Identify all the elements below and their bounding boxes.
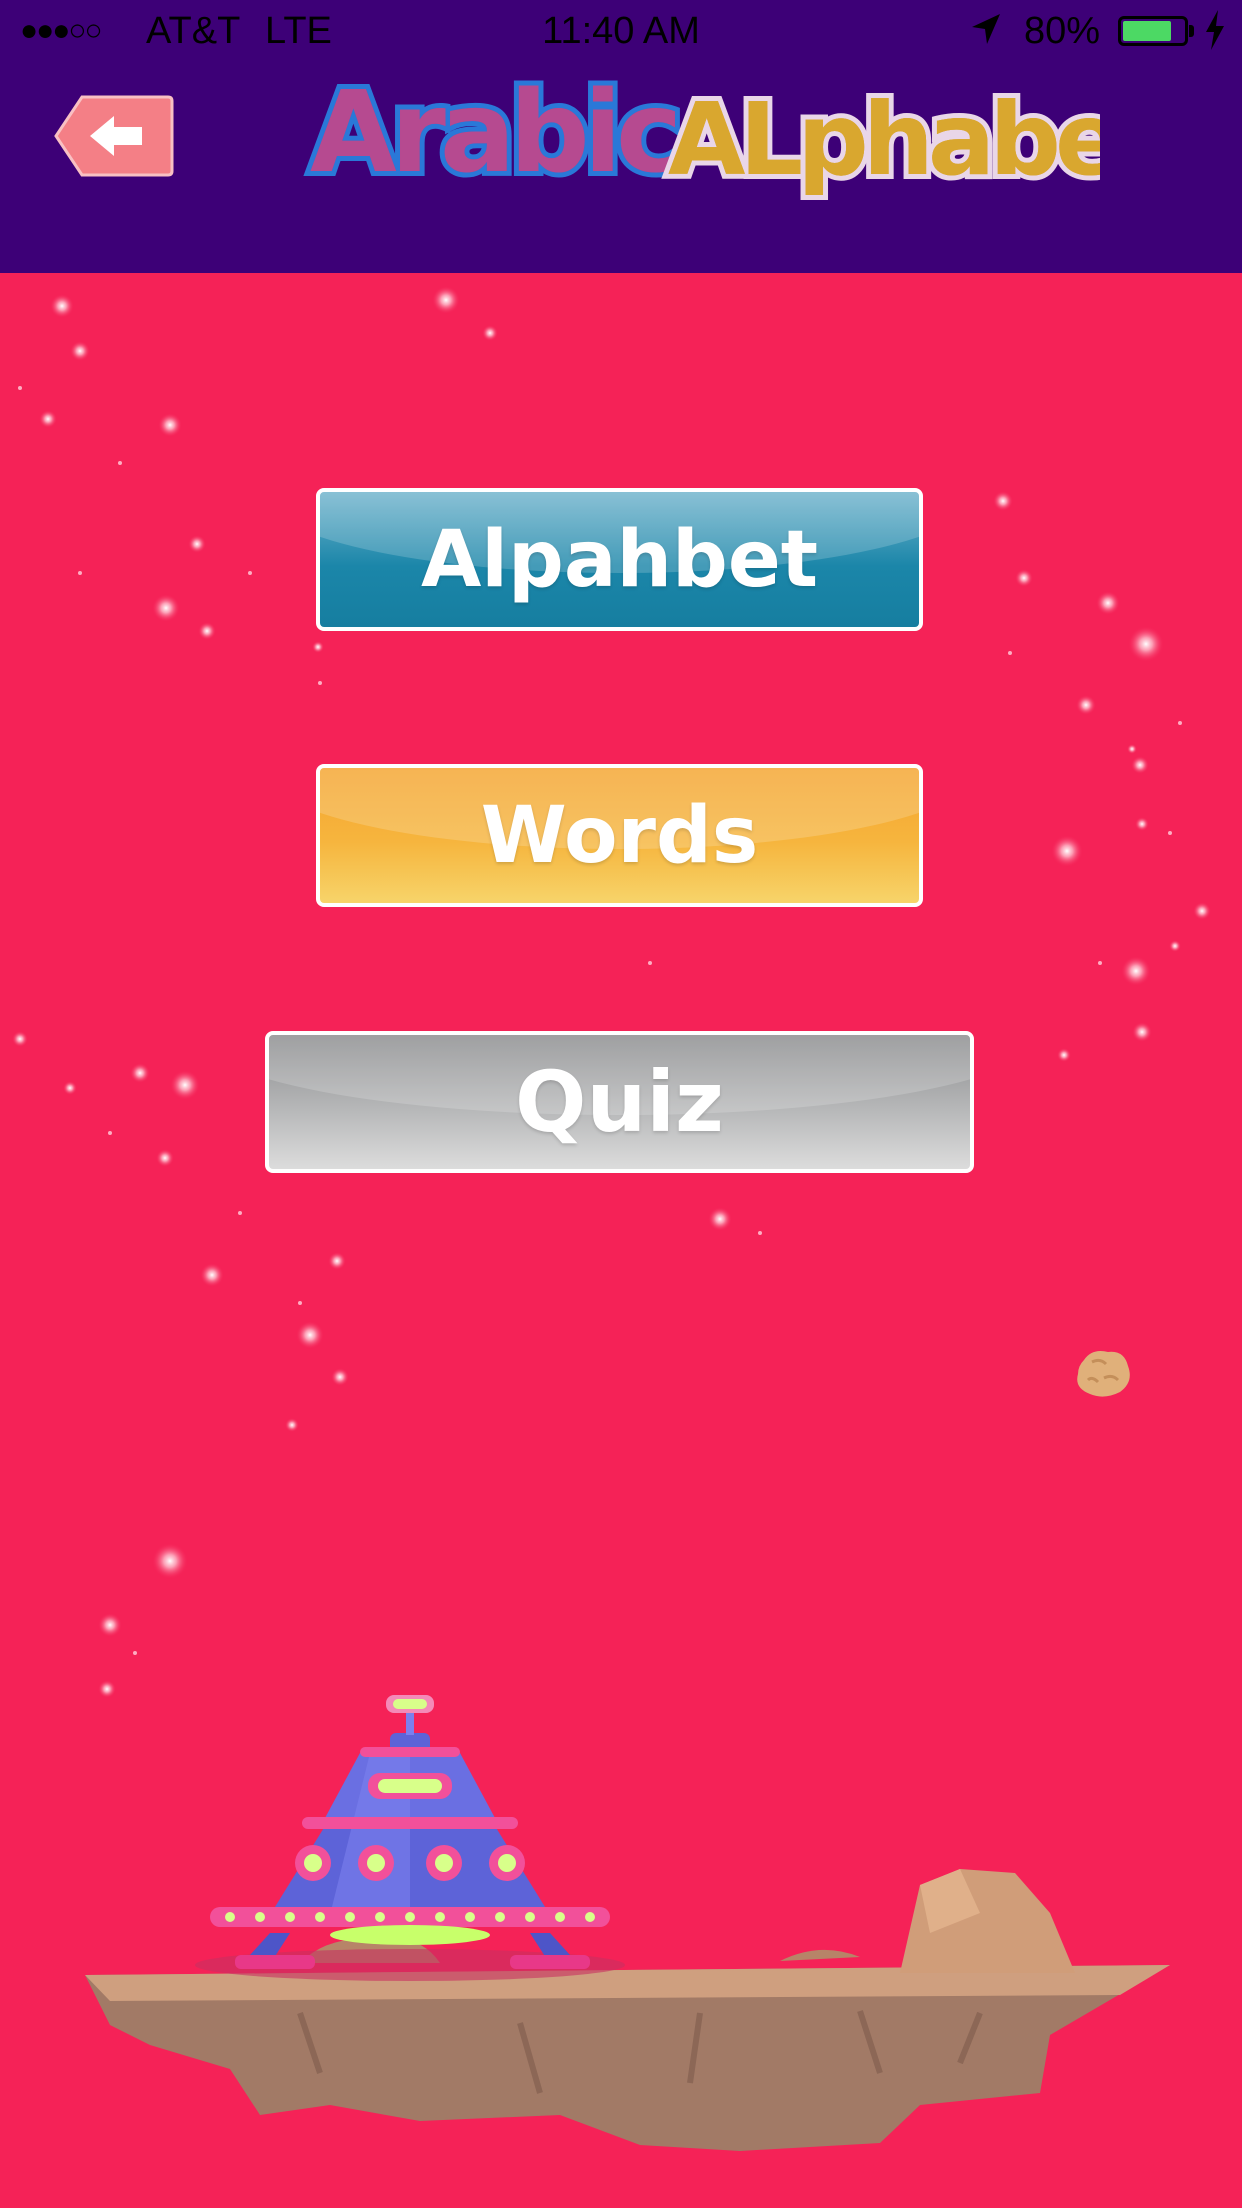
floating-island (85, 1869, 1170, 2151)
app-logo: Arabic Arabic ALphabet ALphabet (305, 63, 1100, 203)
battery-icon (1118, 16, 1188, 46)
svg-text:ALphabet: ALphabet (668, 81, 1100, 198)
alphabet-button[interactable]: Alpahbet (316, 488, 923, 631)
battery-nub (1189, 25, 1194, 37)
arrow-left-icon (54, 95, 174, 177)
words-button[interactable]: Words (316, 764, 923, 907)
quiz-button-label: Quiz (515, 1053, 724, 1151)
battery-level-fill (1123, 21, 1171, 41)
quiz-button[interactable]: Quiz (265, 1031, 974, 1173)
charging-bolt-icon (1204, 8, 1226, 61)
app-header: ●●●○○ AT&T LTE 11:40 AM 80% Arabic Arabi… (0, 0, 1242, 273)
floating-rock (1077, 1351, 1130, 1397)
ufo-spaceship (195, 1695, 625, 1981)
svg-text:Arabic: Arabic (310, 68, 676, 198)
alphabet-button-label: Alpahbet (420, 514, 819, 605)
words-button-label: Words (480, 790, 759, 881)
menu-area: Alpahbet Words Quiz (0, 273, 1242, 2208)
back-button[interactable] (54, 95, 174, 177)
